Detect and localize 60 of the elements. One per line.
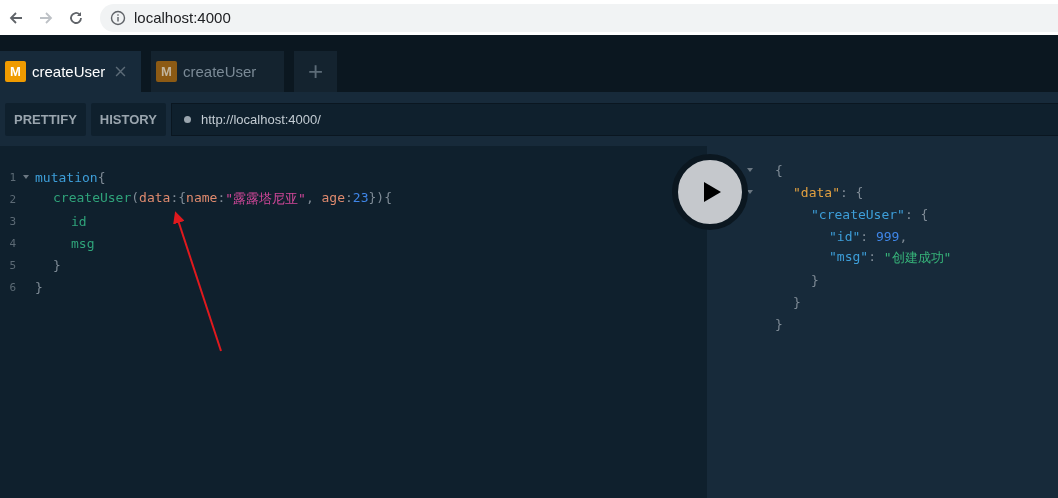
code-punctuation: }: [793, 294, 801, 310]
status-dot-icon: [183, 115, 191, 123]
line-number: 5: [8, 258, 16, 272]
tab-label: createUser: [183, 63, 257, 80]
reload-icon[interactable]: [68, 9, 84, 26]
code-number: 999: [875, 228, 900, 244]
code-punctuation: ,: [899, 228, 908, 244]
code-punctuation: }){: [368, 190, 392, 207]
code-punctuation: }: [811, 272, 819, 288]
fold-arrow-icon[interactable]: [22, 175, 29, 179]
line-number: 2: [8, 192, 16, 206]
mutation-badge: M: [156, 61, 177, 82]
code-punctuation: : {: [904, 206, 929, 222]
code-number: 23: [352, 190, 369, 207]
endpoint-field[interactable]: http://localhost:4000/: [170, 102, 1058, 136]
address-bar[interactable]: localhost:4000: [100, 3, 1058, 32]
play-icon: [702, 181, 722, 203]
code-punctuation: {: [97, 169, 106, 185]
code-punctuation: }: [35, 279, 43, 295]
code-punctuation: : {: [839, 184, 864, 200]
back-icon[interactable]: [8, 9, 24, 26]
close-icon[interactable]: [115, 66, 127, 77]
line-number: 1: [8, 170, 16, 184]
code-punctuation: :: [860, 228, 870, 244]
code-field: createUser: [53, 190, 132, 208]
line-number: 3: [8, 214, 16, 228]
code-punctuation: :: [217, 190, 226, 207]
toolbar-button[interactable]: PRETTIFY: [5, 102, 86, 136]
query-tab[interactable]: M createUser: [0, 51, 141, 92]
code-punctuation: :: [868, 249, 877, 266]
line-number: 4: [8, 236, 16, 250]
code-punctuation: }: [775, 316, 783, 332]
code-punctuation: :: [345, 190, 353, 207]
fold-arrow-icon[interactable]: [747, 190, 753, 194]
code-punctuation: :{: [170, 190, 187, 207]
code-keyword: mutation: [35, 169, 98, 185]
code-punctuation: {: [775, 162, 783, 178]
json-key: "id": [829, 228, 861, 244]
json-string: "创建成功": [883, 249, 952, 267]
json-key: "createUser": [811, 206, 905, 222]
code-argument: age: [321, 190, 345, 207]
code-field: msg: [71, 235, 95, 251]
code-punctuation: ,: [305, 190, 315, 207]
code-string: "露露塔尼亚": [225, 190, 306, 208]
endpoint-url: http://localhost:4000/: [200, 111, 321, 127]
fold-arrow-icon[interactable]: [747, 168, 753, 172]
code-punctuation: (: [131, 190, 140, 207]
mutation-badge: M: [5, 61, 26, 82]
code-argument: name: [186, 190, 218, 207]
tab-label: createUser: [32, 63, 106, 80]
code-punctuation: }: [53, 257, 61, 273]
line-number: 6: [8, 280, 16, 294]
address-text: localhost:4000: [134, 9, 231, 26]
json-key: "msg": [829, 249, 869, 267]
code-field: id: [71, 213, 87, 229]
json-key: "data": [793, 184, 840, 200]
info-icon: [110, 9, 126, 26]
query-tab[interactable]: M createUser: [151, 51, 284, 92]
toolbar-button[interactable]: HISTORY: [90, 102, 166, 136]
code-argument: data: [139, 190, 171, 207]
